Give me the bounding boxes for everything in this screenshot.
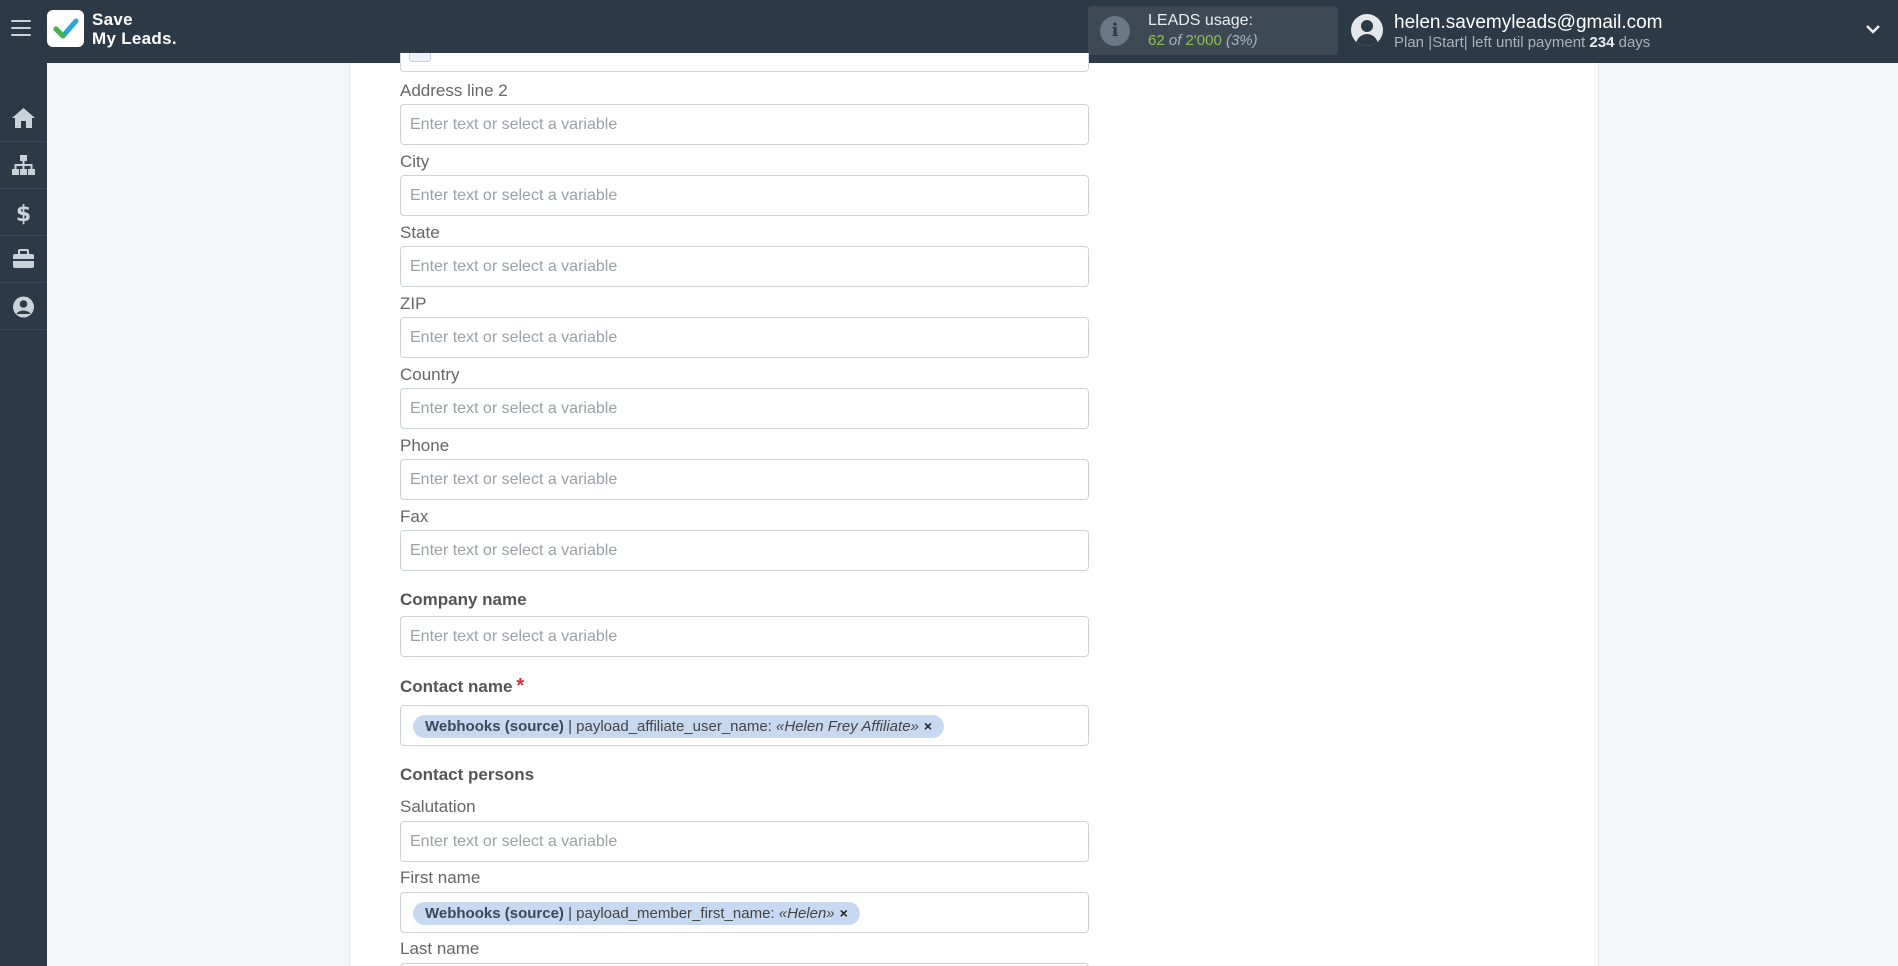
plan-text: Plan |Start| left until payment: [1394, 34, 1586, 51]
usage-used: 62: [1148, 32, 1165, 49]
leads-usage-panel: i LEADS usage: 62 of 2'000 (3%): [1088, 6, 1338, 55]
city-label: City: [400, 152, 430, 171]
tag-field: payload_affiliate_user_name:: [576, 718, 772, 735]
tag-value: «Helen Frey Affiliate»: [776, 718, 919, 735]
variable-tag[interactable]: Webhooks (source) | payload_member_first…: [413, 902, 860, 925]
address-line2-input[interactable]: [400, 104, 1089, 145]
tag-separator: |: [563, 905, 577, 922]
company-name-label: Company name: [400, 590, 527, 609]
avatar[interactable]: [1351, 14, 1383, 46]
phone-label: Phone: [400, 436, 450, 455]
fax-input[interactable]: [400, 530, 1089, 571]
sidebar-item-tools[interactable]: [0, 236, 47, 283]
tag-value: «Helen»: [778, 905, 835, 922]
sidebar-item-account[interactable]: [0, 283, 47, 330]
city-input[interactable]: [400, 175, 1089, 216]
sidebar: $: [0, 63, 47, 966]
zip-label: ZIP: [400, 294, 427, 313]
remove-tag-icon[interactable]: ×: [840, 905, 848, 921]
sidebar-item-connections[interactable]: [0, 142, 47, 189]
required-mark: *: [516, 675, 525, 697]
usage-stats: 62 of 2'000 (3%): [1148, 32, 1258, 49]
sitemap-icon: [12, 155, 35, 175]
tag-field: payload_member_first_name:: [576, 905, 775, 922]
logo-line2: My Leads.: [92, 29, 177, 48]
zip-input[interactable]: [400, 317, 1089, 358]
days-label: days: [1618, 34, 1651, 51]
last-name-label: Last name: [400, 939, 480, 958]
chevron-down-icon[interactable]: [1866, 22, 1880, 36]
contact-name-input[interactable]: Webhooks (source) | payload_affiliate_us…: [400, 705, 1089, 746]
info-icon: i: [1100, 16, 1130, 46]
svg-text:$: $: [16, 202, 31, 225]
phone-input[interactable]: [400, 459, 1089, 500]
fax-label: Fax: [400, 507, 429, 526]
sidebar-item-billing[interactable]: $: [0, 189, 47, 236]
company-name-input[interactable]: [400, 616, 1089, 657]
briefcase-icon: [13, 249, 34, 268]
first-name-input[interactable]: Webhooks (source) | payload_member_first…: [400, 892, 1089, 933]
tag-separator: |: [563, 718, 577, 735]
usage-percent: (3%): [1225, 32, 1258, 49]
first-name-label: First name: [400, 868, 481, 887]
country-input[interactable]: [400, 388, 1089, 429]
country-label: Country: [400, 365, 460, 384]
address-line2-label: Address line 2: [400, 81, 508, 100]
days-count: 234: [1589, 34, 1615, 51]
form-panel: Address line 2 City State ZIP Country Ph…: [349, 53, 1599, 966]
state-label: State: [400, 223, 440, 242]
sidebar-item-home[interactable]: [0, 95, 47, 142]
logo-text[interactable]: Save My Leads.: [92, 10, 177, 48]
dollar-icon: $: [16, 202, 31, 225]
salutation-input[interactable]: [400, 821, 1089, 862]
usage-total: 2'000: [1185, 32, 1222, 49]
contact-persons-label: Contact persons: [400, 765, 535, 784]
remove-tag-icon[interactable]: ×: [924, 718, 932, 734]
tag-source: Webhooks (source): [425, 905, 564, 922]
contact-name-label: Contact name *: [400, 675, 524, 698]
user-plan: Plan |Start| left until payment 234 days: [1394, 34, 1650, 51]
variable-tag[interactable]: Webhooks (source) | payload_affiliate_us…: [413, 715, 945, 738]
logo-line1: Save: [92, 10, 133, 29]
usage-title: LEADS usage:: [1148, 12, 1253, 29]
previous-field-tag: [409, 53, 431, 62]
home-icon: [12, 108, 35, 128]
state-input[interactable]: [400, 246, 1089, 287]
salutation-label: Salutation: [400, 797, 476, 816]
usage-of: of: [1168, 32, 1182, 49]
previous-field[interactable]: [400, 53, 1089, 72]
contact-name-label-text: Contact name: [400, 677, 513, 696]
tag-source: Webhooks (source): [425, 718, 564, 735]
logo-icon[interactable]: [47, 10, 84, 47]
user-email[interactable]: helen.savemyleads@gmail.com: [1394, 12, 1663, 34]
menu-icon[interactable]: [11, 20, 31, 38]
user-circle-icon: [13, 296, 34, 318]
